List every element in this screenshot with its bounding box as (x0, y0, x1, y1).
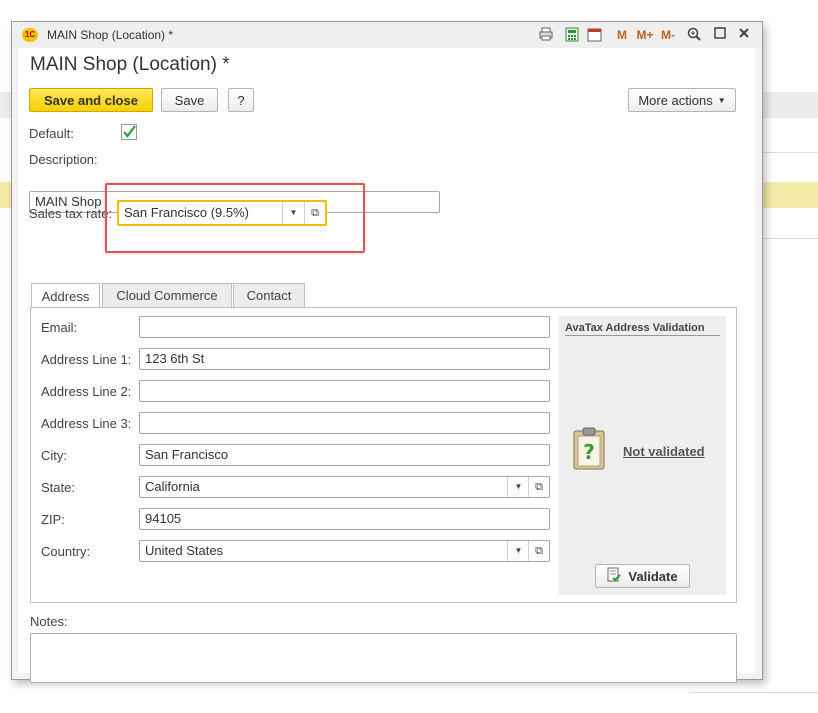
validate-label: Validate (628, 568, 678, 584)
clipboard-question-icon: ? (571, 426, 609, 475)
email-field[interactable] (139, 316, 550, 338)
location-dialog: 1С MAIN Shop (Location) * M M+ M- MAIN S… (11, 21, 763, 683)
open-icon[interactable]: ⧉ (528, 477, 549, 497)
zoom-icon[interactable] (686, 27, 702, 43)
city-label: City: (41, 448, 67, 463)
state-value: California (145, 479, 200, 494)
country-label: Country: (41, 544, 91, 559)
dropdown-arrow-icon[interactable]: ▼ (507, 541, 529, 561)
background-row-divider (760, 238, 818, 239)
notes-textarea[interactable] (30, 633, 737, 683)
validate-button[interactable]: Validate (595, 564, 690, 588)
save-button[interactable]: Save (161, 88, 218, 112)
notes-label: Notes: (30, 614, 68, 629)
tab-contact[interactable]: Contact (233, 283, 305, 307)
state-label: State: (41, 480, 75, 495)
zip-label: ZIP: (41, 512, 65, 527)
city-field[interactable]: San Francisco (139, 444, 550, 466)
country-value: United States (145, 543, 224, 558)
default-checkbox[interactable] (121, 124, 137, 140)
calculator-icon[interactable] (564, 27, 580, 43)
state-select[interactable]: California ▼ ⧉ (139, 476, 550, 498)
calendar-icon[interactable] (586, 27, 602, 43)
background-row-divider (760, 152, 818, 153)
title-bar: 1С MAIN Shop (Location) * M M+ M- (12, 22, 762, 48)
tab-cloud-commerce[interactable]: Cloud Commerce (102, 283, 232, 307)
address-line-2-field[interactable] (139, 380, 550, 402)
annotation-highlight (105, 183, 365, 253)
more-actions-label: More actions (638, 92, 713, 108)
m-plus-icon[interactable]: M+ (635, 27, 655, 43)
validate-doc-icon (607, 567, 622, 585)
avatax-title: AvaTax Address Validation (565, 322, 720, 336)
form-title: MAIN Shop (Location) * (30, 54, 230, 75)
sales-tax-rate-label: Sales tax rate: (29, 206, 113, 221)
form-content: MAIN Shop (Location) * Save and close Sa… (18, 48, 755, 683)
close-icon[interactable] (736, 27, 752, 43)
print-icon[interactable] (538, 27, 554, 43)
country-select[interactable]: United States ▼ ⧉ (139, 540, 550, 562)
svg-text:?: ? (583, 440, 595, 464)
address-line-1-field[interactable]: 123 6th St (139, 348, 550, 370)
app-logo: 1С (22, 28, 38, 42)
email-label: Email: (41, 320, 78, 335)
more-actions-button[interactable]: More actions ▼ (628, 88, 736, 112)
address-line-1-label: Address Line 1: (41, 352, 132, 367)
tab-address[interactable]: Address (31, 283, 100, 308)
chevron-down-icon: ▼ (717, 95, 726, 105)
help-button[interactable]: ? (228, 88, 254, 112)
address-panel: Email: Address Line 1: 123 6th St Addres… (30, 307, 737, 603)
dropdown-arrow-icon[interactable]: ▼ (507, 477, 529, 497)
zip-field[interactable]: 94105 (139, 508, 550, 530)
address-line-2-label: Address Line 2: (41, 384, 132, 399)
maximize-icon[interactable] (712, 27, 728, 43)
default-label: Default: (29, 126, 74, 141)
open-icon[interactable]: ⧉ (528, 541, 549, 561)
m-minus-icon[interactable]: M- (658, 27, 678, 43)
save-and-close-button[interactable]: Save and close (29, 88, 153, 112)
background-row-divider (690, 692, 818, 693)
validation-status-link[interactable]: Not validated (623, 444, 705, 459)
address-line-3-label: Address Line 3: (41, 416, 132, 431)
description-label: Description: (29, 152, 98, 167)
m-icon[interactable]: M (614, 27, 630, 43)
window-title: MAIN Shop (Location) * (47, 28, 174, 42)
avatax-validation-panel: AvaTax Address Validation ? Not validate… (559, 316, 726, 595)
address-line-3-field[interactable] (139, 412, 550, 434)
